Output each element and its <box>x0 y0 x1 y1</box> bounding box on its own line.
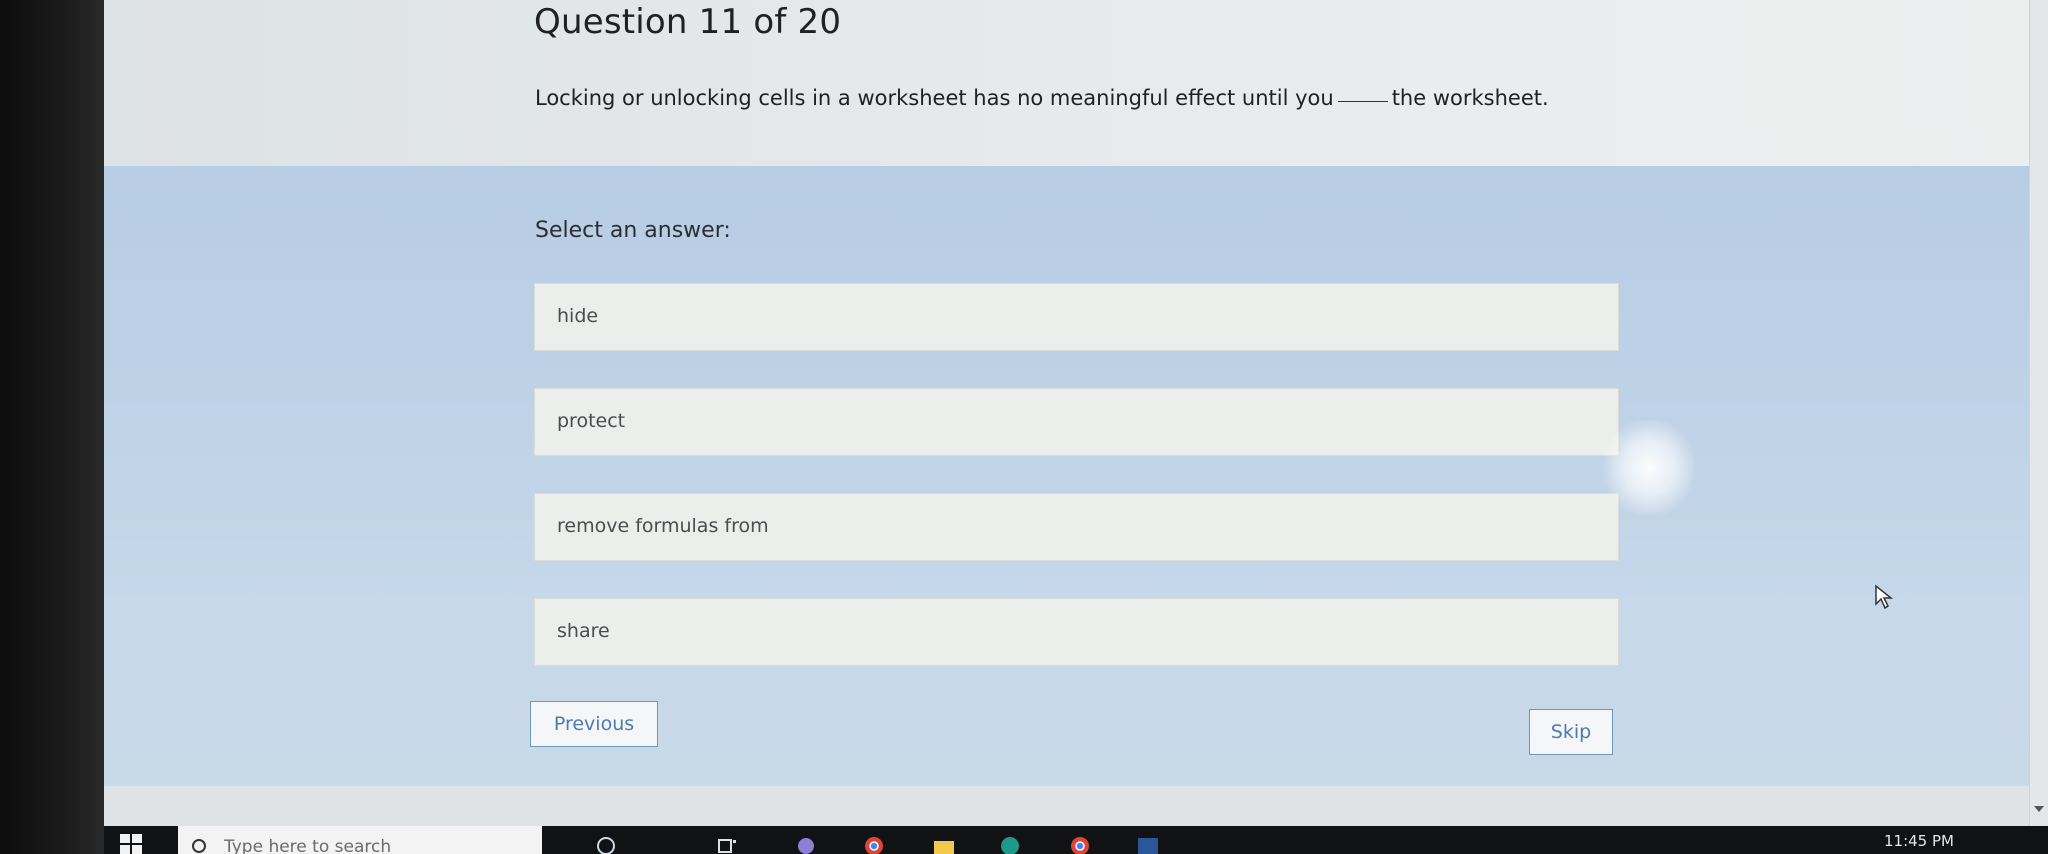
scroll-down-arrow-icon[interactable] <box>2034 806 2044 812</box>
question-text-before: Locking or unlocking cells in a workshee… <box>535 86 1334 110</box>
answer-blank <box>1337 101 1388 102</box>
windows-start-icon[interactable] <box>120 834 144 854</box>
skip-button[interactable]: Skip <box>1529 709 1613 755</box>
word-icon[interactable] <box>1136 834 1160 854</box>
question-header: Question 11 of 20 Locking or unlocking c… <box>104 0 2048 178</box>
answer-option-label: share <box>557 620 610 642</box>
windows-taskbar: Type here to search 11:45 PM <box>104 826 2048 854</box>
mouse-cursor-icon <box>1875 584 1894 610</box>
question-counter: Question 11 of 20 <box>534 2 842 42</box>
chrome-secondary-icon[interactable] <box>1068 834 1092 854</box>
answer-option-label: remove formulas from <box>557 515 769 537</box>
monitor-bezel <box>0 0 104 854</box>
select-answer-label: Select an answer: <box>535 218 731 243</box>
answer-section <box>104 166 2048 806</box>
question-text-after: the worksheet. <box>1391 86 1549 110</box>
taskbar-clock[interactable]: 11:45 PM <box>1884 832 1954 850</box>
cortana-icon[interactable] <box>594 834 618 854</box>
file-explorer-icon[interactable] <box>932 834 956 854</box>
answer-option-share[interactable]: share <box>534 598 1619 666</box>
answer-option-label: hide <box>557 305 599 327</box>
edge-icon[interactable] <box>998 834 1022 854</box>
question-text: Locking or unlocking cells in a workshee… <box>535 86 1549 110</box>
answer-option-hide[interactable]: hide <box>534 283 1619 351</box>
page-footer <box>104 786 2048 826</box>
teams-icon[interactable] <box>794 834 818 854</box>
taskbar-search-box[interactable]: Type here to search <box>178 826 542 854</box>
task-view-icon[interactable] <box>716 834 740 854</box>
browser-viewport: Question 11 of 20 Locking or unlocking c… <box>104 0 2048 854</box>
vertical-scrollbar[interactable] <box>2029 0 2048 826</box>
search-icon <box>192 839 206 853</box>
search-placeholder: Type here to search <box>224 837 392 854</box>
chrome-icon[interactable] <box>862 834 886 854</box>
answer-option-remove-formulas[interactable]: remove formulas from <box>534 493 1619 561</box>
answer-option-label: protect <box>557 410 626 432</box>
answer-option-protect[interactable]: protect <box>534 388 1619 456</box>
screen-glare <box>1604 420 1694 515</box>
previous-button[interactable]: Previous <box>530 701 658 747</box>
